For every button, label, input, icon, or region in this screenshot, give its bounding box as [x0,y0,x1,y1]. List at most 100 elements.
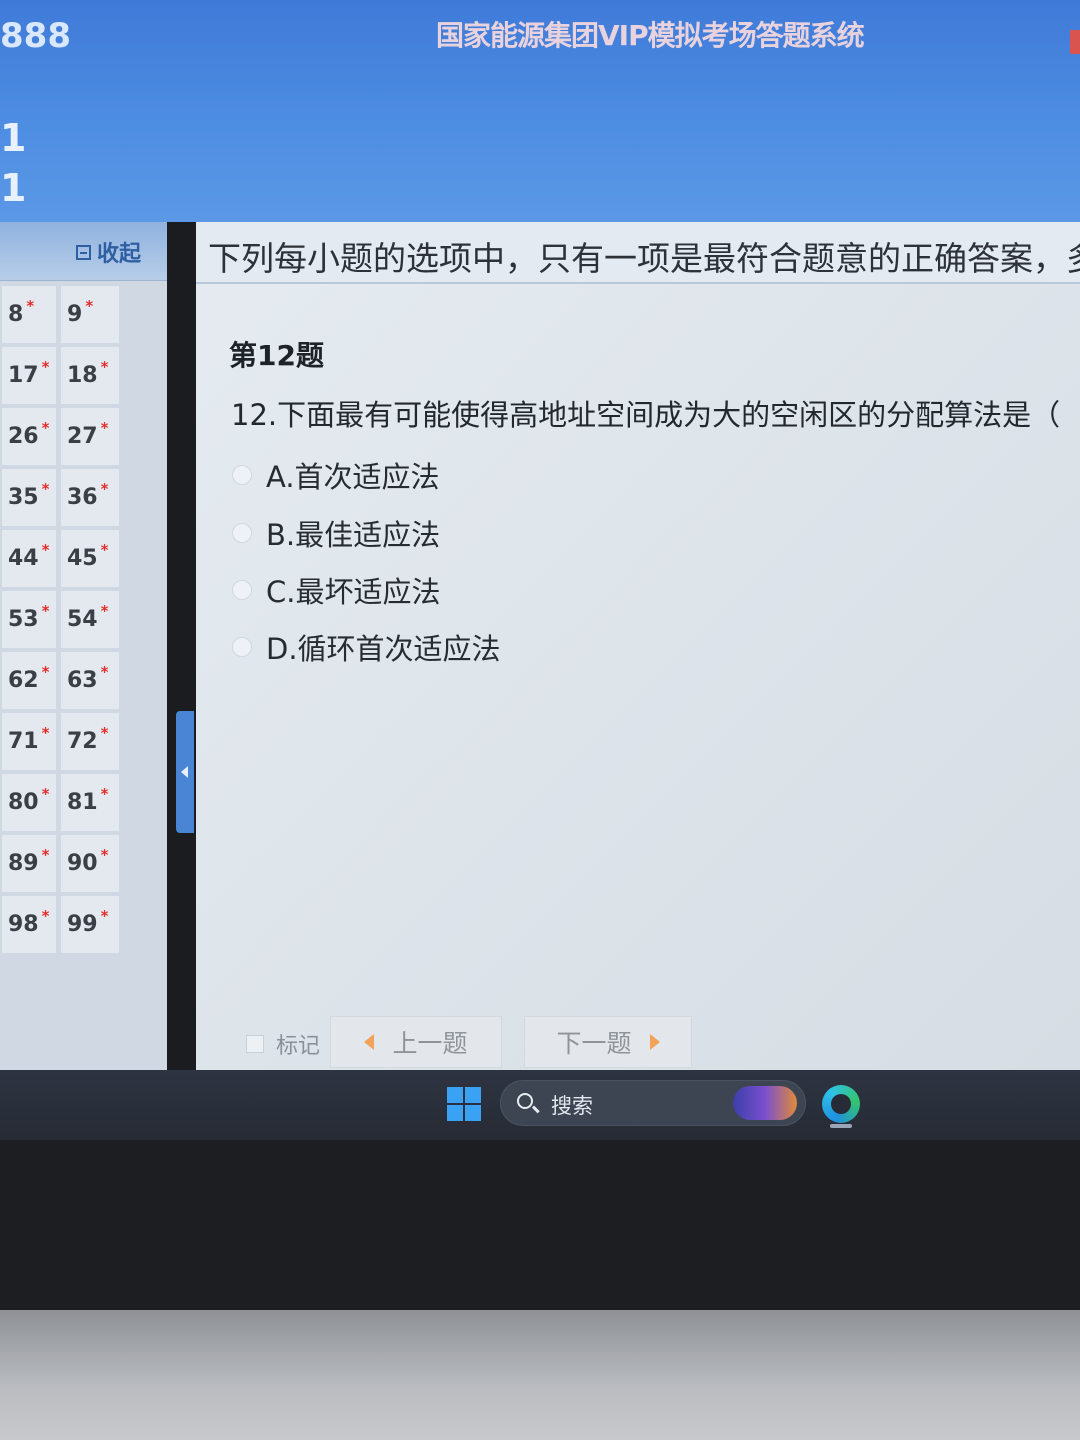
unanswered-star-icon: * [100,845,109,864]
next-question-button[interactable]: 下一题 [524,1016,692,1068]
option-label: A.首次适应法 [266,460,440,494]
collapse-button[interactable]: 收起 [76,236,141,268]
arrow-right-icon [649,1034,660,1050]
option-label: D.循环首次适应法 [266,632,501,666]
app-header: 888 国家能源集团VIP模拟考场答题系统 1 1 [0,0,1080,222]
edge-browser-icon[interactable] [822,1085,860,1123]
mark-label: 标记 [276,1034,321,1059]
question-number-label: 9 [67,302,83,327]
question-actions: 标记 上一题 下一题 [196,1012,1080,1070]
option-a[interactable]: A.首次适应法 [232,454,440,496]
unanswered-star-icon: * [41,540,50,559]
question-cell[interactable]: 80 * [2,774,56,831]
question-number-label: 62 [8,668,39,693]
unanswered-star-icon: * [100,601,109,620]
question-number-label: 89 [8,851,39,876]
windows-start-icon[interactable] [447,1087,481,1121]
unanswered-star-icon: * [100,540,109,559]
unanswered-star-icon: * [41,662,50,681]
unanswered-star-icon: * [100,906,109,925]
previous-label: 上一题 [392,1029,468,1058]
windows-taskbar: 搜索 [0,1070,1080,1140]
question-number-label: 90 [67,851,98,876]
question-cell[interactable]: 17 * [2,347,56,404]
question-cell[interactable]: 81 * [61,774,119,831]
laptop-body [0,1310,1080,1440]
question-number-label: 71 [8,729,39,754]
search-label: 搜索 [551,1094,593,1118]
question-number-label: 54 [67,607,98,632]
question-number-label: 63 [67,668,98,693]
unanswered-star-icon: * [41,723,50,742]
question-number-label: 99 [67,912,98,937]
question-cell[interactable]: 90 * [61,835,119,892]
search-icon [517,1093,533,1109]
mark-checkbox[interactable]: 标记 [246,1028,320,1060]
question-cell[interactable]: 62 * [2,652,56,709]
unanswered-star-icon: * [85,296,94,315]
question-cell[interactable]: 35 * [2,469,56,526]
question-cell[interactable]: 72 * [61,713,119,770]
question-cell[interactable]: 26 * [2,408,56,465]
taskbar-search[interactable]: 搜索 [500,1080,806,1126]
header-info-line: 1 [0,166,27,210]
question-number-label: 8 [8,302,24,327]
question-number-label: 18 [67,363,98,388]
candidate-id: 888 [0,16,71,56]
question-text: 12.下面最有可能使得高地址空间成为大的空闲区的分配算法是（ ） [231,398,1080,432]
app-title: 国家能源集团VIP模拟考场答题系统 [436,19,865,52]
question-number-label: 80 [8,790,39,815]
question-number-label: 44 [8,546,39,571]
header-edge-marker [1070,30,1080,54]
question-navigator: 收起 8 * 9 * 17 * 18 * 26 * 27 * 35 * 36 * 44 * 45 * 53 * 54 * 62 *… [0,222,167,1070]
arrow-left-icon [364,1034,375,1050]
question-cell[interactable]: 53 * [2,591,56,648]
question-number-label: 81 [67,790,98,815]
option-radio[interactable] [232,580,252,600]
question-number-label: 45 [67,546,98,571]
previous-question-button[interactable]: 上一题 [330,1016,502,1068]
option-radio[interactable] [232,523,252,543]
option-d[interactable]: D.循环首次适应法 [232,626,501,668]
question-cell[interactable]: 45 * [61,530,119,587]
question-cell[interactable]: 36 * [61,469,119,526]
unanswered-star-icon: * [41,845,50,864]
question-cell[interactable]: 98 * [2,896,56,953]
question-cell[interactable]: 89 * [2,835,56,892]
unanswered-star-icon: * [26,296,35,315]
option-b[interactable]: B.最佳适应法 [232,512,440,554]
laptop-bezel [0,1140,1080,1310]
question-cell[interactable]: 9 * [61,286,119,343]
checkbox-box[interactable] [246,1035,264,1053]
question-cell[interactable]: 27 * [61,408,119,465]
sidebar-toggle-handle[interactable] [176,711,194,833]
question-cell[interactable]: 63 * [61,652,119,709]
question-number-label: 53 [8,607,39,632]
question-number-label: 36 [67,485,98,510]
question-cell[interactable]: 8 * [2,286,56,343]
unanswered-star-icon: * [100,479,109,498]
instruction-bar: 下列每小题的选项中，只有一项是最符合题意的正确答案，多选 [196,222,1080,284]
unanswered-star-icon: * [41,357,50,376]
question-number: 第12题 [229,339,324,372]
unanswered-star-icon: * [100,784,109,803]
option-radio[interactable] [232,637,252,657]
header-info-line: 1 [0,116,27,160]
option-radio[interactable] [232,465,252,485]
question-cell[interactable]: 99 * [61,896,119,953]
option-c[interactable]: C.最坏适应法 [232,569,440,611]
running-indicator [830,1124,852,1128]
question-cell[interactable]: 54 * [61,591,119,648]
question-panel: 下列每小题的选项中，只有一项是最符合题意的正确答案，多选 第12题 12.下面最… [196,222,1080,1070]
unanswered-star-icon: * [41,479,50,498]
unanswered-star-icon: * [41,906,50,925]
unanswered-star-icon: * [41,601,50,620]
option-label: B.最佳适应法 [266,518,441,552]
unanswered-star-icon: * [41,418,50,437]
question-cell[interactable]: 44 * [2,530,56,587]
question-number-label: 26 [8,424,39,449]
question-number-label: 72 [67,729,98,754]
question-cell[interactable]: 18 * [61,347,119,404]
question-grid: 8 * 9 * 17 * 18 * 26 * 27 * 35 * 36 * 44 * 45 * 53 * 54 * 62 * 63 *… [2,286,119,953]
question-cell[interactable]: 71 * [2,713,56,770]
